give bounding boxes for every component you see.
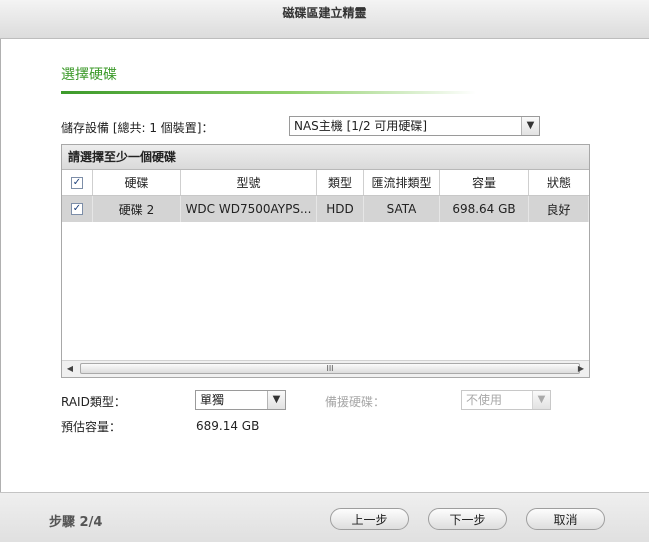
cell-capacity: 698.64 GB bbox=[440, 196, 529, 222]
chevron-down-icon[interactable]: ▼ bbox=[521, 117, 539, 135]
cell-disk: 硬碟 2 bbox=[93, 196, 181, 222]
wizard-footer: 步驟 2/4 上一步 下一步 取消 bbox=[0, 492, 649, 542]
step-indicator: 步驟 2/4 bbox=[49, 515, 103, 530]
estimated-capacity-value: 689.14 GB bbox=[196, 419, 260, 433]
column-header-bus[interactable]: 匯流排類型 bbox=[364, 170, 440, 195]
storage-select-value: NAS主機 [1/2 可用硬碟] bbox=[294, 119, 428, 133]
column-header-status[interactable]: 狀態 bbox=[529, 170, 589, 195]
disk-grid: 請選擇至少一個硬碟 ✓ 硬碟 型號 類型 匯流排類型 容量 狀態 ✓ 硬碟 2 … bbox=[61, 144, 590, 378]
grid-caption: 請選擇至少一個硬碟 bbox=[62, 145, 589, 170]
raid-label: RAID類型： bbox=[61, 395, 126, 409]
storage-label: 儲存設備 [總共: 1 個裝置]： bbox=[61, 121, 214, 135]
scroll-left-icon[interactable]: ◀ bbox=[62, 361, 78, 376]
chevron-down-icon: ▼ bbox=[532, 391, 550, 409]
cancel-button[interactable]: 取消 bbox=[526, 508, 605, 530]
column-header-disk[interactable]: 硬碟 bbox=[93, 170, 181, 195]
cell-bus: SATA bbox=[364, 196, 440, 222]
grid-header: ✓ 硬碟 型號 類型 匯流排類型 容量 狀態 bbox=[62, 170, 589, 196]
column-header-capacity[interactable]: 容量 bbox=[440, 170, 529, 195]
window-edge bbox=[0, 0, 1, 541]
spare-disk-label: 備援硬碟： bbox=[325, 395, 386, 409]
spare-disk-select: 不使用 ▼ bbox=[461, 390, 551, 410]
table-row[interactable]: ✓ 硬碟 2 WDC WD7500AYPS... HDD SATA 698.64… bbox=[62, 196, 589, 222]
column-header-model[interactable]: 型號 bbox=[181, 170, 317, 195]
spare-disk-value: 不使用 bbox=[466, 393, 503, 407]
raid-type-value: 單獨 bbox=[200, 393, 225, 407]
previous-button[interactable]: 上一步 bbox=[330, 508, 409, 530]
scrollbar-grip: III bbox=[326, 364, 334, 373]
row-checkbox[interactable]: ✓ bbox=[71, 203, 83, 215]
estimated-capacity-label: 預估容量： bbox=[61, 420, 122, 434]
select-all-checkbox[interactable]: ✓ bbox=[71, 176, 83, 189]
scrollbar-thumb[interactable]: III bbox=[80, 363, 580, 374]
cell-model: WDC WD7500AYPS... bbox=[181, 196, 317, 222]
raid-type-select[interactable]: 單獨 ▼ bbox=[195, 390, 286, 410]
storage-select[interactable]: NAS主機 [1/2 可用硬碟] ▼ bbox=[289, 116, 540, 136]
section-title: 選擇硬碟 bbox=[61, 67, 117, 83]
row-checkbox-cell: ✓ bbox=[62, 196, 93, 222]
cell-status: 良好 bbox=[529, 196, 589, 222]
select-all-cell: ✓ bbox=[62, 170, 93, 195]
section-divider bbox=[61, 91, 476, 94]
next-button[interactable]: 下一步 bbox=[428, 508, 507, 530]
chevron-down-icon[interactable]: ▼ bbox=[267, 391, 285, 409]
horizontal-scrollbar[interactable]: ◀ III ▶ bbox=[62, 360, 589, 377]
window-title: 磁碟區建立精靈 bbox=[0, 0, 649, 39]
column-header-type[interactable]: 類型 bbox=[317, 170, 364, 195]
scroll-right-icon[interactable]: ▶ bbox=[573, 361, 589, 376]
cell-type: HDD bbox=[317, 196, 364, 222]
